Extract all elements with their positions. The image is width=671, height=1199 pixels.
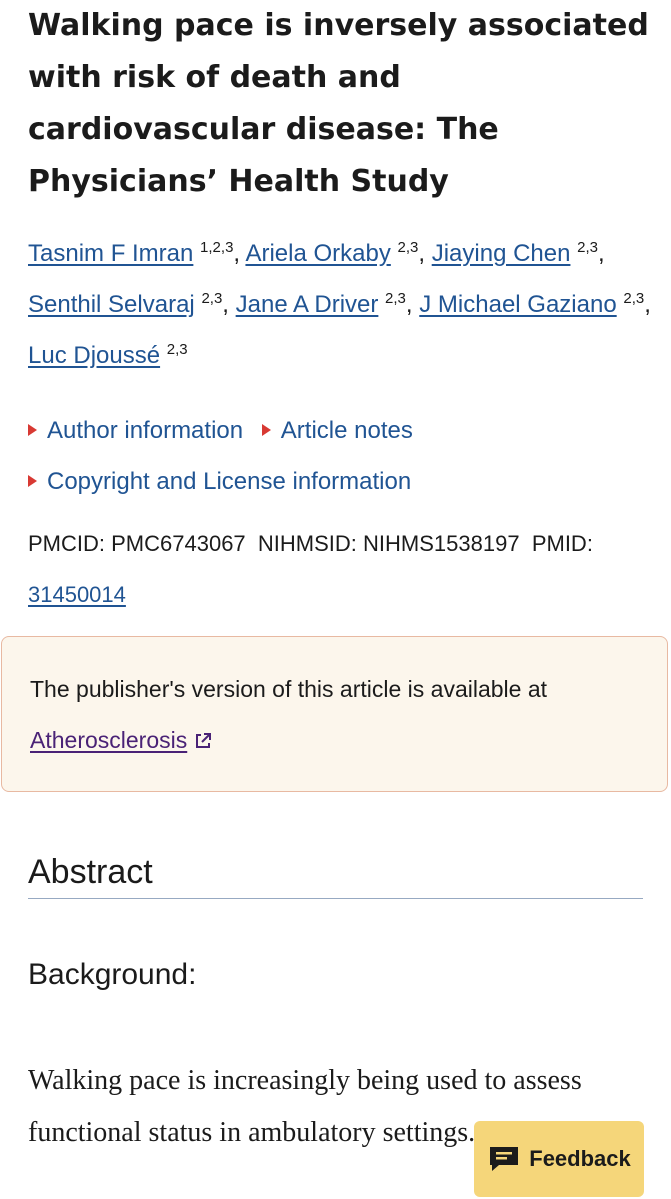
author-list: Tasnim F Imran 1,2,3, Ariela Orkaby 2,3,…	[28, 239, 651, 369]
triangle-right-icon	[261, 424, 271, 436]
background-heading: Background:	[28, 958, 197, 991]
author-affiliation: 2,3	[166, 341, 188, 358]
feedback-button[interactable]: Feedback	[474, 1121, 644, 1197]
copyright-toggle-row: Copyright and License information	[28, 467, 423, 497]
article-page: Walking pace is inversely associated wit…	[0, 0, 671, 1199]
triangle-right-icon	[28, 424, 37, 436]
author-affiliation: 2,3	[397, 239, 419, 256]
author-affiliation: 1,2,3	[200, 239, 234, 256]
article-title: Walking pace is inversely associated wit…	[28, 8, 649, 199]
pmid-link[interactable]: 31450014	[28, 582, 126, 607]
author-affiliation: 2,3	[201, 290, 223, 307]
nihmsid-value: NIHMS1538197	[363, 531, 520, 556]
feedback-label: Feedback	[529, 1146, 631, 1171]
publisher-notice-text: The publisher's version of this article …	[30, 676, 548, 702]
triangle-right-icon	[28, 475, 37, 487]
nihmsid-label: NIHMSID:	[257, 531, 357, 556]
author-affiliation: 2,3	[385, 290, 406, 307]
publisher-link[interactable]: Atherosclerosis	[30, 725, 213, 755]
abstract-divider	[28, 898, 643, 899]
pmcid-value: PMC6743067	[111, 531, 246, 556]
publisher-notice: The publisher's version of this article …	[1, 636, 668, 792]
pmid-label: PMID:	[531, 531, 593, 556]
article-notes-toggle[interactable]: Article notes	[261, 416, 413, 446]
article-identifiers: PMCID: PMC6743067 NIHMSID: NIHMS1538197 …	[28, 518, 648, 620]
info-toggle-row: Author information Article notes	[28, 416, 425, 446]
pmcid-label: PMCID:	[28, 531, 105, 556]
feedback-icon	[490, 1147, 519, 1171]
author-link[interactable]: Ariela Orkaby	[245, 240, 390, 267]
author-link[interactable]: J Michael Gaziano	[419, 291, 616, 318]
author-link[interactable]: Senthil Selvaraj	[28, 291, 195, 318]
author-link[interactable]: Jane A Driver	[236, 291, 379, 318]
author-affiliation: 2,3	[577, 239, 598, 256]
author-affiliation: 2,3	[623, 290, 645, 307]
author-information-toggle[interactable]: Author information	[28, 416, 243, 446]
external-link-icon	[196, 733, 212, 748]
copyright-toggle[interactable]: Copyright and License information	[28, 467, 411, 497]
author-link[interactable]: Tasnim F Imran	[28, 240, 193, 267]
author-link[interactable]: Luc Djoussé	[28, 342, 160, 369]
abstract-heading: Abstract	[28, 853, 153, 891]
author-link[interactable]: Jiaying Chen	[432, 240, 571, 267]
